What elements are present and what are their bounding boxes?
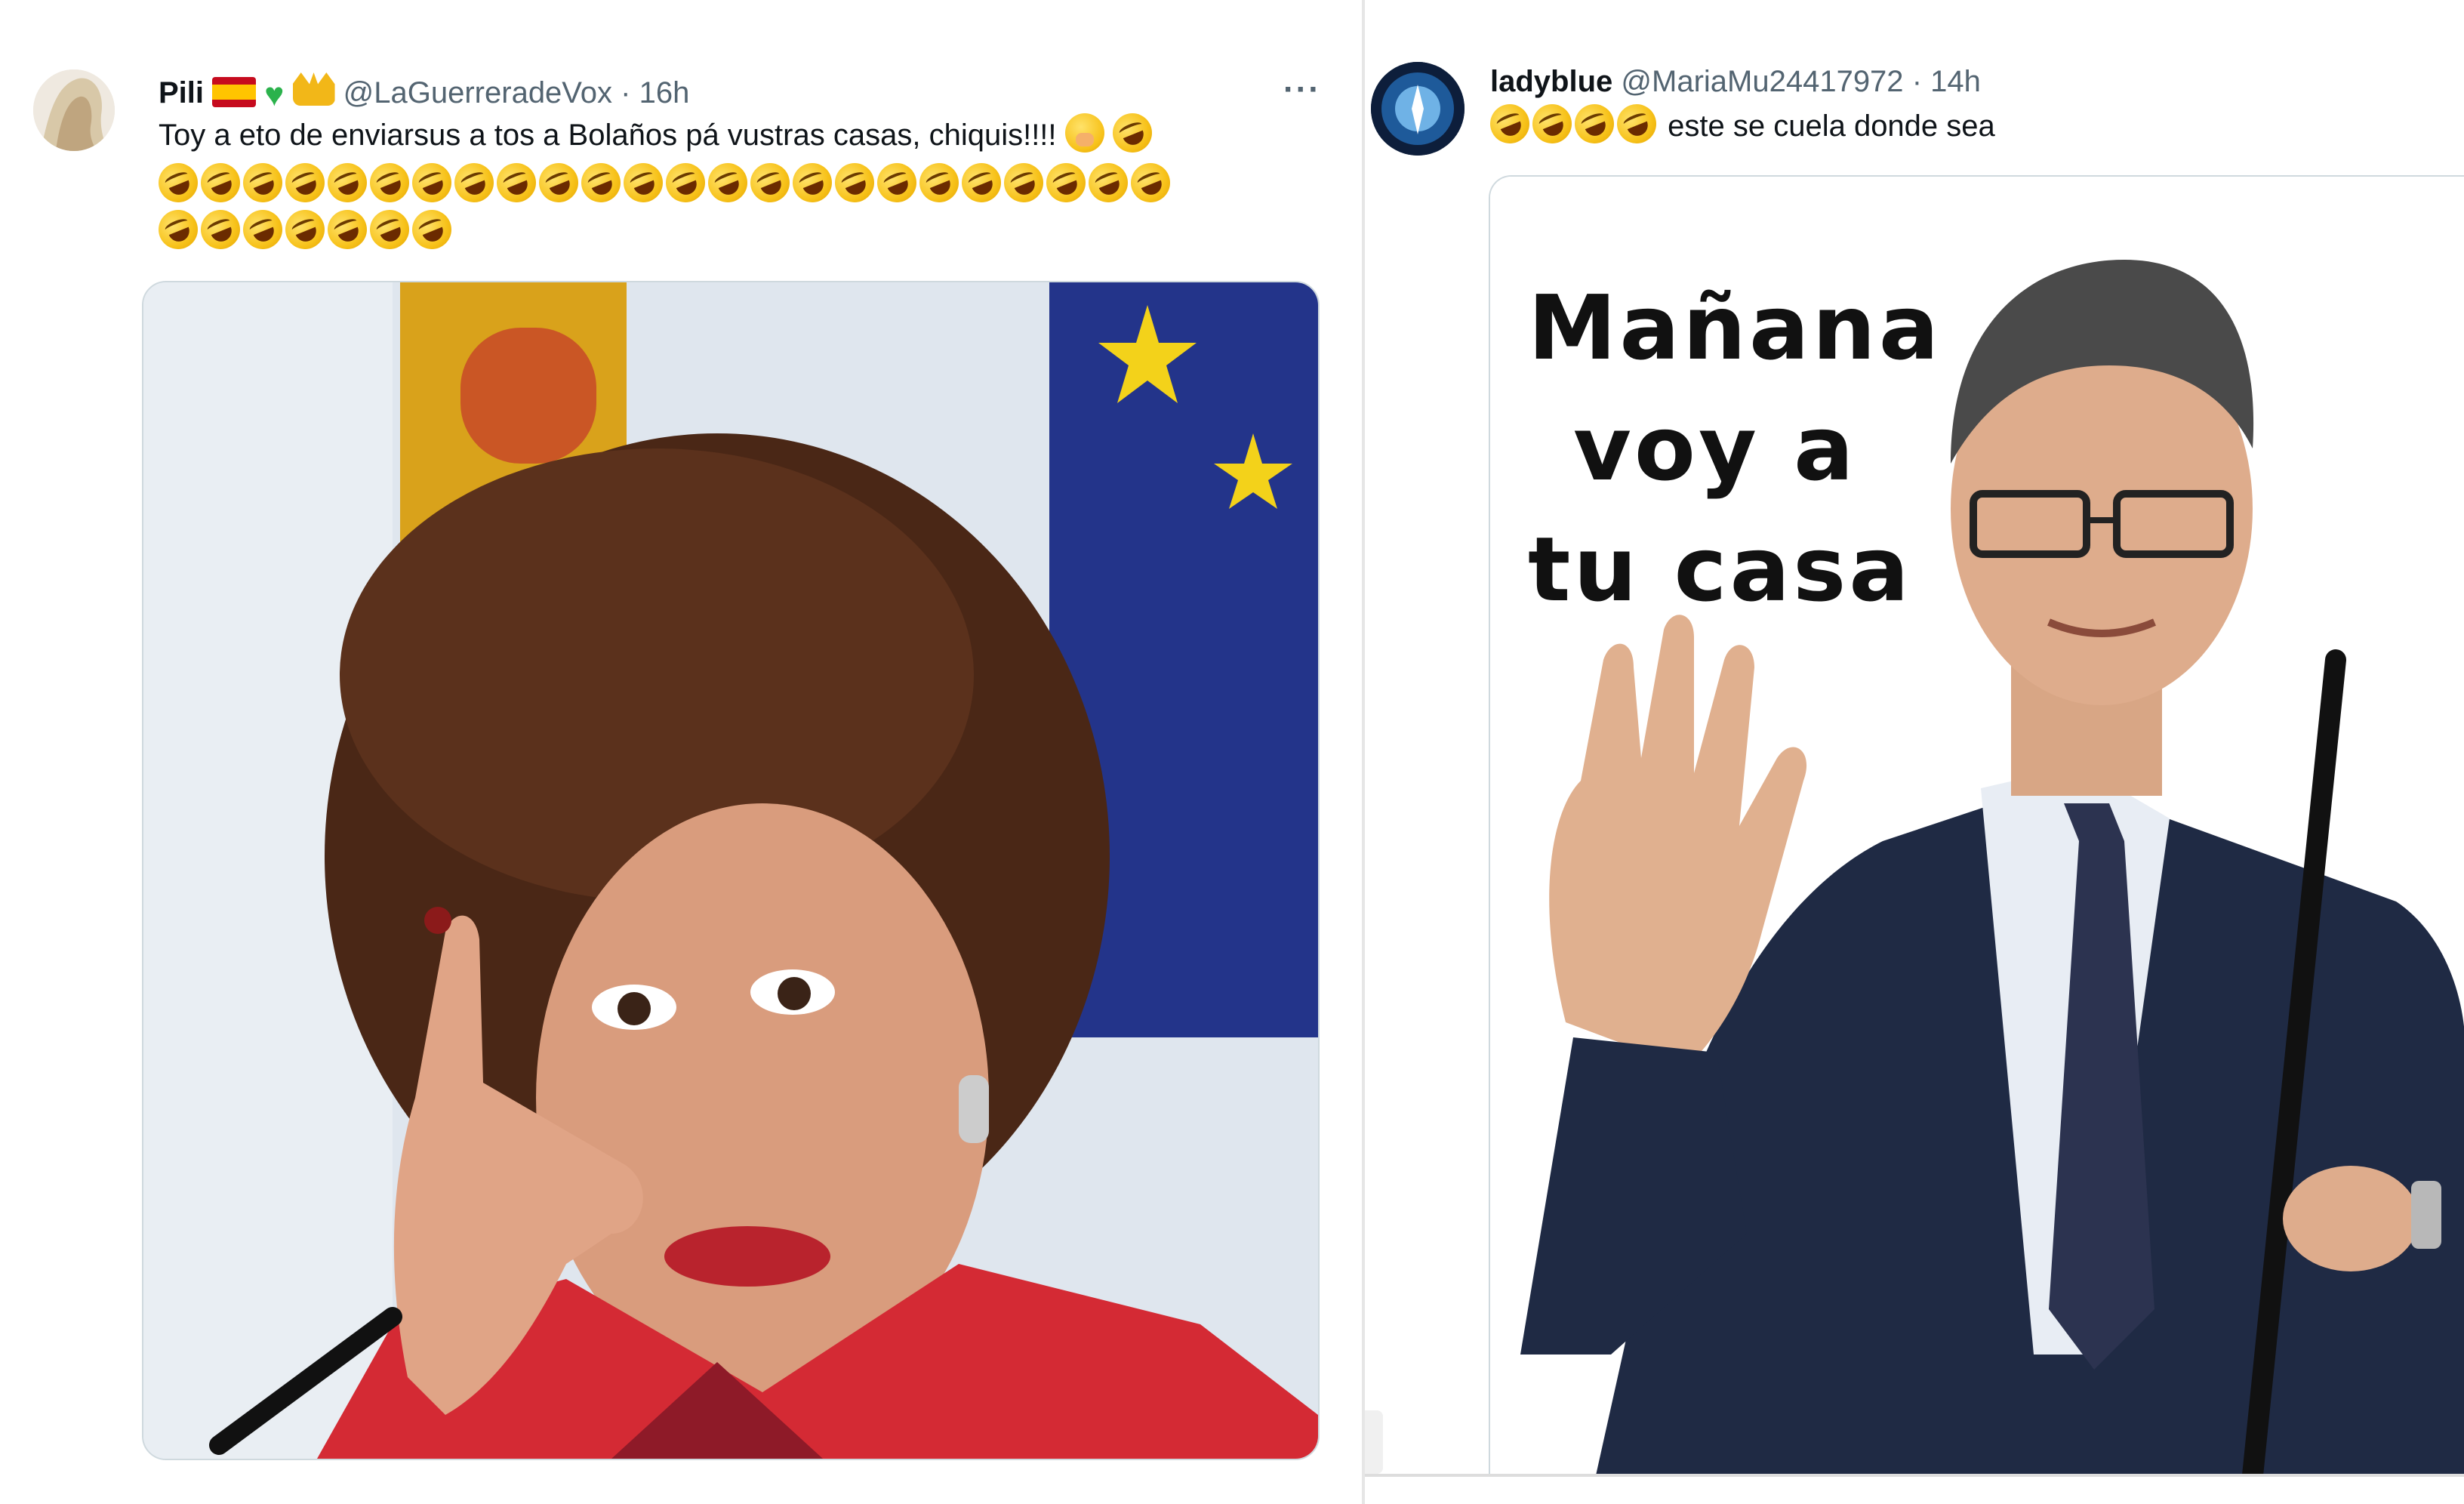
rofl-icon bbox=[1484, 98, 1535, 149]
rofl-icon bbox=[406, 204, 457, 255]
meme-line-2: voy a bbox=[1573, 396, 1857, 501]
flag-spain-icon bbox=[212, 77, 257, 107]
rofl-icon bbox=[1611, 98, 1662, 149]
rofl-icon bbox=[533, 157, 584, 208]
meme-line-3: tu casa bbox=[1528, 517, 1912, 621]
display-name[interactable]: Pili bbox=[159, 76, 204, 109]
emoji-row bbox=[1484, 98, 1662, 149]
emoji-row bbox=[152, 157, 1321, 210]
display-name[interactable]: ladyblue bbox=[1490, 65, 1612, 98]
rofl-icon bbox=[1040, 157, 1092, 208]
handle[interactable]: @LaGuerreradeVox bbox=[343, 76, 612, 109]
rofl-icon bbox=[448, 157, 500, 208]
rofl-icon bbox=[744, 157, 796, 208]
tweet-header: Pili ♥ @LaGuerreradeVox · 16h bbox=[159, 72, 689, 115]
tweet-text: este se cuela donde sea bbox=[1484, 98, 2441, 149]
rofl-icon bbox=[322, 157, 373, 208]
rofl-icon bbox=[322, 204, 373, 255]
avatar[interactable] bbox=[33, 69, 115, 151]
left-tweet: Pili ♥ @LaGuerreradeVox · 16h ··· Toy a … bbox=[0, 0, 1365, 1504]
rofl-icon bbox=[279, 204, 331, 255]
rofl-icon bbox=[660, 157, 711, 208]
rofl-icon bbox=[956, 157, 1007, 208]
rofl-icon bbox=[913, 157, 965, 208]
rofl-icon bbox=[787, 157, 838, 208]
rofl-icon bbox=[237, 157, 288, 208]
rofl-icon bbox=[1526, 98, 1578, 149]
rofl-icon bbox=[152, 157, 204, 208]
rofl-icon bbox=[279, 157, 331, 208]
more-options-button[interactable]: ··· bbox=[1283, 71, 1321, 109]
rofl-icon bbox=[237, 204, 288, 255]
avatar-image bbox=[1371, 62, 1465, 156]
rofl-icon bbox=[1106, 107, 1158, 159]
scroll-edge bbox=[1365, 1410, 1383, 1474]
handle[interactable]: @MariaMu24417972 bbox=[1621, 65, 1903, 98]
rofl-icon bbox=[1125, 157, 1176, 208]
bottom-divider bbox=[1365, 1474, 2464, 1477]
rofl-icon bbox=[195, 204, 246, 255]
rofl-icon bbox=[491, 157, 542, 208]
tweet-text-body: Toy a eto de enviarsus a tos a Bolaños p… bbox=[159, 119, 1057, 152]
tweet-header: ladyblue @MariaMu24417972 · 14h bbox=[1490, 62, 1981, 101]
emoji-rows bbox=[152, 157, 1321, 257]
avatar-image bbox=[33, 69, 115, 151]
rofl-icon bbox=[1569, 98, 1620, 149]
rofl-icon bbox=[1083, 157, 1134, 208]
meme-caption: Mañana voy a tu casa bbox=[1528, 267, 1951, 630]
rofl-icon bbox=[829, 157, 880, 208]
rofl-icon bbox=[998, 157, 1049, 208]
avatar[interactable] bbox=[1371, 62, 1465, 156]
rofl-icon bbox=[575, 157, 627, 208]
separator-dot: · bbox=[1911, 65, 1923, 98]
rofl-icon bbox=[152, 204, 204, 255]
rofl-icon bbox=[618, 157, 669, 208]
crown-icon bbox=[292, 72, 335, 106]
meme-line-1: Mañana bbox=[1528, 276, 1942, 380]
rofl-icon bbox=[871, 157, 922, 208]
rofl-icon bbox=[195, 157, 246, 208]
photo-woman-red-jacket-icon bbox=[143, 282, 1318, 1459]
separator-dot: · bbox=[621, 76, 631, 109]
emoji-row bbox=[152, 204, 1321, 257]
tweet-photo[interactable]: Mañana voy a tu casa bbox=[1489, 175, 2464, 1475]
timestamp[interactable]: 16h bbox=[639, 76, 690, 109]
rofl-icon bbox=[406, 157, 457, 208]
tweet-text-body: este se cuela donde sea bbox=[1668, 109, 1995, 143]
tweet-photo[interactable] bbox=[142, 281, 1320, 1460]
rofl-icon bbox=[702, 157, 753, 208]
rofl-icon bbox=[364, 157, 415, 208]
tweet-text: Toy a eto de enviarsus a tos a Bolaños p… bbox=[152, 107, 1321, 257]
shushing-face-icon bbox=[1064, 113, 1104, 153]
timestamp[interactable]: 14h bbox=[1930, 65, 1981, 98]
green-heart-icon: ♥ bbox=[264, 76, 285, 113]
rofl-icon bbox=[364, 204, 415, 255]
